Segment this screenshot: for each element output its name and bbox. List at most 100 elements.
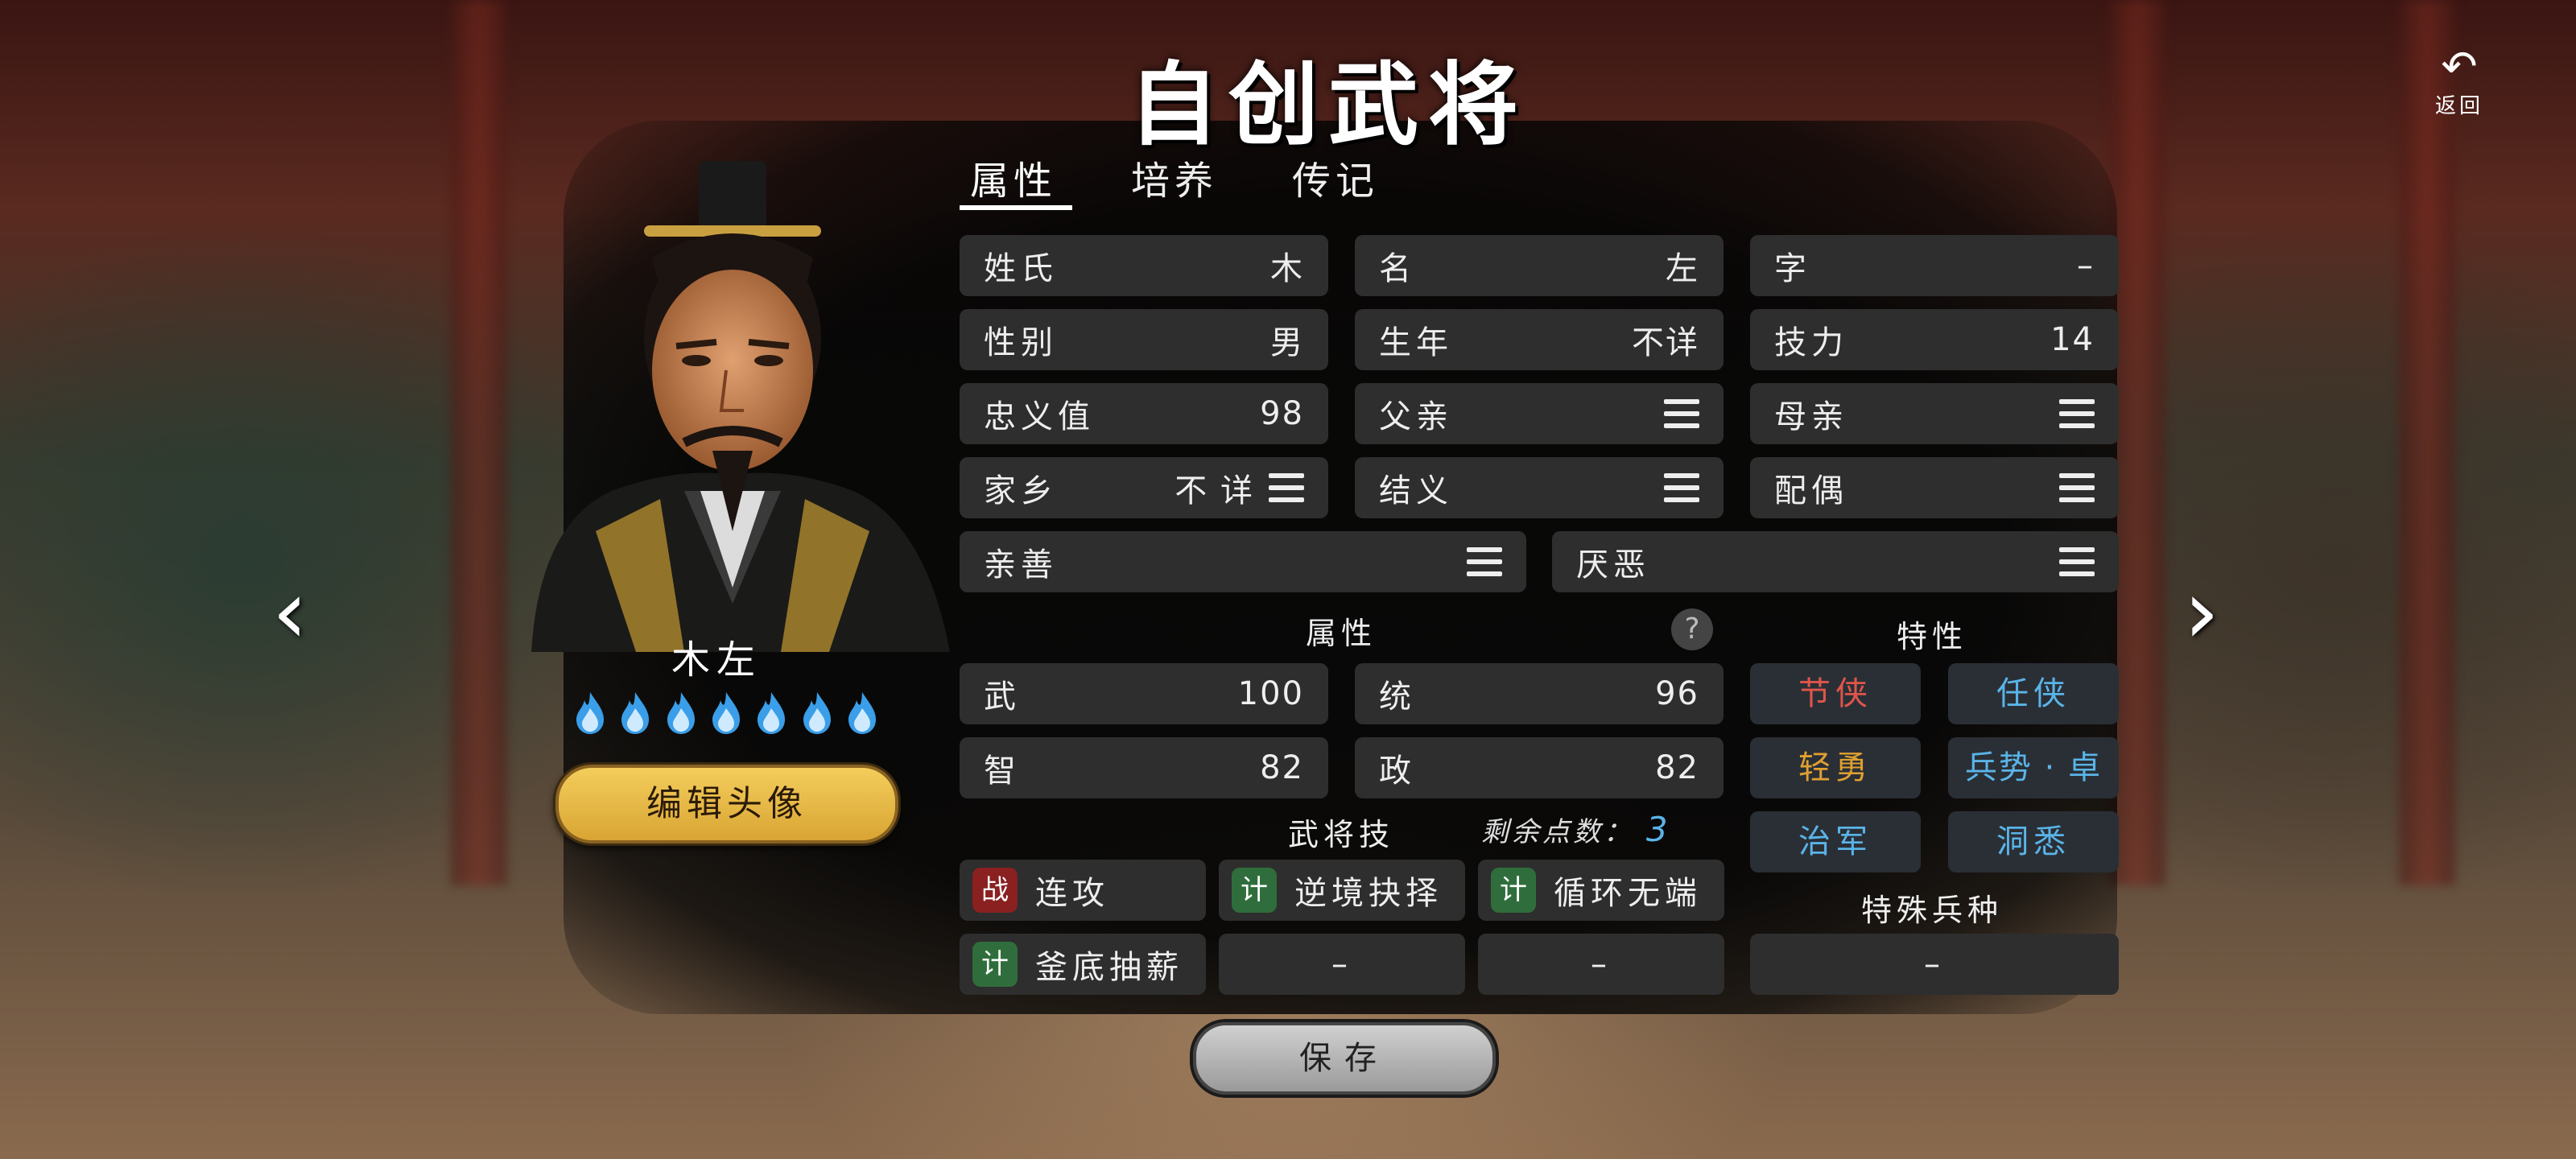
attributes-heading: 属性 — [1305, 616, 1377, 651]
trait-item[interactable]: 兵势 · 卓 — [1948, 737, 2119, 798]
list-menu-icon[interactable] — [2059, 547, 2095, 576]
skill-name: 循环无端 — [1554, 875, 1702, 912]
war-value: 100 — [1237, 675, 1304, 712]
skill-slot[interactable]: 计 釜底抽薪 — [960, 934, 1206, 995]
remaining-points-label: 剩余点数： — [1481, 816, 1634, 848]
tab-biography[interactable]: 传记 — [1292, 149, 1379, 205]
war-stat[interactable]: 武 100 — [960, 663, 1328, 724]
star-rating — [573, 691, 879, 739]
given-name-label: 名 — [1379, 250, 1416, 287]
courtesy-name-field[interactable]: 字 – — [1750, 235, 2119, 296]
trait-item[interactable]: 治军 — [1750, 811, 1921, 872]
flame-icon — [667, 692, 695, 734]
courtesy-name-value: – — [2077, 247, 2095, 284]
flame-icon — [712, 692, 740, 734]
traits-heading: 特性 — [1896, 619, 1967, 654]
trait-item[interactable]: 任侠 — [1948, 663, 2119, 724]
dislikes-field[interactable]: 厌恶 — [1552, 531, 2119, 592]
next-hero-arrow-icon[interactable]: › — [2169, 563, 2234, 660]
back-label: 返回 — [2434, 94, 2483, 118]
trait-item[interactable]: 轻勇 — [1750, 737, 1921, 798]
politics-stat[interactable]: 政 82 — [1355, 737, 1724, 798]
tab-training[interactable]: 培养 — [1131, 149, 1218, 205]
skill-power-label: 技力 — [1774, 324, 1848, 361]
skill-power-value: 14 — [2050, 321, 2095, 358]
active-tab-indicator — [960, 205, 1072, 210]
politics-value: 82 — [1655, 749, 1699, 786]
hometown-value: 不 详 — [1174, 472, 1254, 509]
empty-skill-slot[interactable]: – — [1478, 934, 1724, 995]
birth-year-label: 生年 — [1379, 324, 1453, 361]
surname-field[interactable]: 姓氏 木 — [960, 235, 1328, 296]
list-menu-icon[interactable] — [2059, 399, 2095, 428]
skill-type-badge: 计 — [1232, 868, 1277, 913]
list-menu-icon[interactable] — [2059, 473, 2095, 502]
remaining-points-value: 3 — [1645, 810, 1671, 849]
prev-hero-arrow-icon[interactable]: ‹ — [258, 563, 322, 660]
back-button[interactable]: ↶ 返回 — [2423, 44, 2496, 119]
skill-type-badge: 计 — [1491, 868, 1536, 913]
likes-label: 亲善 — [984, 547, 1058, 584]
birth-year-field[interactable]: 生年 不详 — [1355, 309, 1724, 370]
skill-slot[interactable]: 计 逆境抉择 — [1219, 860, 1465, 921]
hero-portrait — [515, 153, 950, 652]
list-menu-icon[interactable] — [1664, 399, 1699, 428]
skill-name: 逆境抉择 — [1294, 875, 1443, 912]
given-name-value: 左 — [1666, 250, 1699, 287]
list-menu-icon[interactable] — [1467, 547, 1502, 576]
skill-name: 连攻 — [1035, 875, 1109, 912]
tab-attributes[interactable]: 属性 — [970, 149, 1057, 205]
hometown-label: 家乡 — [984, 472, 1058, 509]
save-button[interactable]: 保存 — [1193, 1022, 1496, 1095]
skill-type-badge: 战 — [972, 868, 1018, 913]
skill-slot[interactable]: 计 循环无端 — [1478, 860, 1724, 921]
courtesy-name-label: 字 — [1774, 250, 1811, 287]
trait-item[interactable]: 节侠 — [1750, 663, 1921, 724]
war-label: 武 — [984, 678, 1021, 716]
father-field[interactable]: 父亲 — [1355, 383, 1724, 444]
leadership-label: 统 — [1379, 678, 1416, 716]
skill-name: 釜底抽薪 — [1035, 949, 1183, 986]
sworn-brothers-label: 结义 — [1379, 472, 1453, 509]
trait-item[interactable]: 洞悉 — [1948, 811, 2119, 872]
intelligence-label: 智 — [984, 753, 1021, 790]
given-name-field[interactable]: 名 左 — [1355, 235, 1724, 296]
flame-icon — [848, 692, 876, 734]
loyalty-value: 98 — [1260, 395, 1304, 432]
skill-power-field[interactable]: 技力 14 — [1750, 309, 2119, 370]
list-menu-icon[interactable] — [1664, 473, 1699, 502]
remaining-points: 剩余点数： 3 — [1481, 810, 1671, 849]
surname-label: 姓氏 — [984, 250, 1058, 287]
gender-label: 性别 — [984, 324, 1058, 361]
gender-value: 男 — [1270, 324, 1304, 361]
special-troop-slot[interactable]: – — [1750, 934, 2119, 995]
edit-avatar-button[interactable]: 编辑头像 — [555, 765, 898, 843]
empty-skill-slot[interactable]: – — [1219, 934, 1465, 995]
spouse-field[interactable]: 配偶 — [1750, 457, 2119, 518]
father-label: 父亲 — [1379, 398, 1453, 435]
spouse-label: 配偶 — [1774, 472, 1848, 509]
special-troop-heading: 特殊兵种 — [1860, 893, 2003, 928]
leadership-stat[interactable]: 统 96 — [1355, 663, 1724, 724]
skill-type-badge: 计 — [972, 942, 1018, 987]
intelligence-value: 82 — [1260, 749, 1304, 786]
sworn-brothers-field[interactable]: 结义 — [1355, 457, 1724, 518]
flame-icon — [758, 692, 786, 734]
dislikes-label: 厌恶 — [1576, 547, 1650, 584]
loyalty-label: 忠义值 — [984, 398, 1095, 435]
intelligence-stat[interactable]: 智 82 — [960, 737, 1328, 798]
flame-icon — [803, 692, 831, 734]
list-menu-icon[interactable] — [1269, 473, 1304, 502]
likes-field[interactable]: 亲善 — [960, 531, 1526, 592]
loyalty-field[interactable]: 忠义值 98 — [960, 383, 1328, 444]
mother-label: 母亲 — [1774, 398, 1848, 435]
skills-heading: 武将技 — [1287, 817, 1394, 852]
gender-field[interactable]: 性别 男 — [960, 309, 1328, 370]
mother-field[interactable]: 母亲 — [1750, 383, 2119, 444]
help-icon[interactable]: ? — [1671, 608, 1713, 650]
hometown-field[interactable]: 家乡 不 详 — [960, 457, 1328, 518]
return-arrow-icon: ↶ — [2441, 41, 2478, 92]
hero-name: 木左 — [671, 637, 762, 683]
skill-slot[interactable]: 战 连攻 — [960, 860, 1206, 921]
birth-year-value: 不详 — [1632, 324, 1699, 361]
